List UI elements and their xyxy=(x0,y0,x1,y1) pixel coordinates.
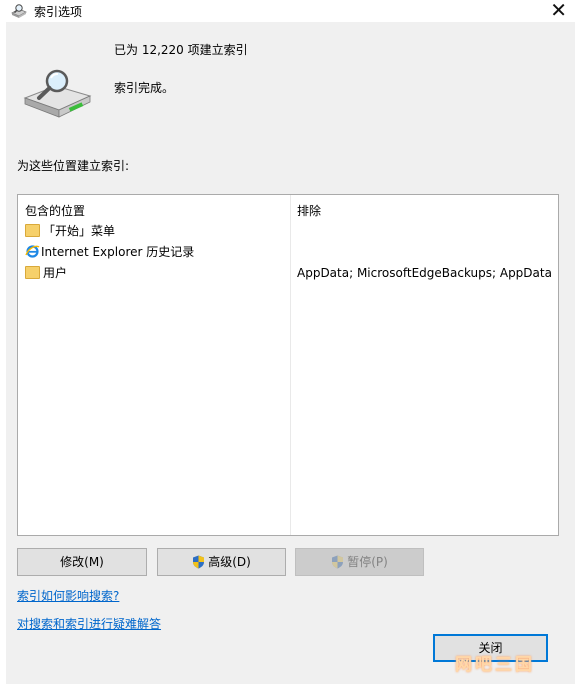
indexing-options-icon xyxy=(11,4,27,18)
indexed-drive-icon xyxy=(23,69,92,118)
troubleshoot-link[interactable]: 对搜索和索引进行疑难解答 xyxy=(17,615,161,632)
location-row-start-menu[interactable]: 「开始」菜单 xyxy=(25,222,115,242)
location-row-users[interactable]: 用户 xyxy=(25,264,67,284)
title-bar: 索引选项 ✕ xyxy=(0,0,575,22)
location-name: 「开始」菜单 xyxy=(43,224,116,238)
ie-icon xyxy=(25,245,40,258)
watermark-logo: 网吧三国 xyxy=(455,655,535,675)
modify-button[interactable]: 修改(M) xyxy=(17,548,147,576)
location-name: Internet Explorer 历史记录 xyxy=(41,245,195,259)
locations-label: 为这些位置建立索引: xyxy=(17,159,130,173)
pause-button[interactable]: 暂停(P) xyxy=(295,548,424,576)
column-header-included[interactable]: 包含的位置 xyxy=(25,202,85,219)
column-header-excluded[interactable]: 排除 xyxy=(297,202,321,219)
location-name: 用户 xyxy=(43,266,68,280)
window-title: 索引选项 xyxy=(34,5,83,19)
advanced-button[interactable]: 高级(D) xyxy=(157,548,286,576)
indexed-count-text: 已为 12,220 项建立索引 xyxy=(114,43,248,57)
pause-button-label: 暂停(P) xyxy=(347,555,388,569)
how-indexing-affects-search-link[interactable]: 索引如何影响搜索? xyxy=(17,587,119,604)
uac-shield-icon xyxy=(193,555,205,568)
excluded-paths: AppData; MicrosoftEdgeBackups; AppData xyxy=(297,266,552,280)
column-divider xyxy=(290,195,291,535)
folder-icon xyxy=(25,224,40,237)
location-row-ie-history[interactable]: Internet Explorer 历史记录 xyxy=(25,243,194,263)
locations-list[interactable]: 包含的位置 排除 「开始」菜单 Internet Explorer 历史记录 用… xyxy=(17,194,559,536)
advanced-button-label: 高级(D) xyxy=(208,555,251,569)
folder-icon xyxy=(25,266,40,279)
indexing-status-text: 索引完成。 xyxy=(114,81,175,95)
window-frame xyxy=(0,22,6,684)
close-window-button[interactable]: ✕ xyxy=(550,0,567,22)
modify-button-label: 修改(M) xyxy=(60,555,104,569)
uac-shield-icon xyxy=(332,555,344,568)
